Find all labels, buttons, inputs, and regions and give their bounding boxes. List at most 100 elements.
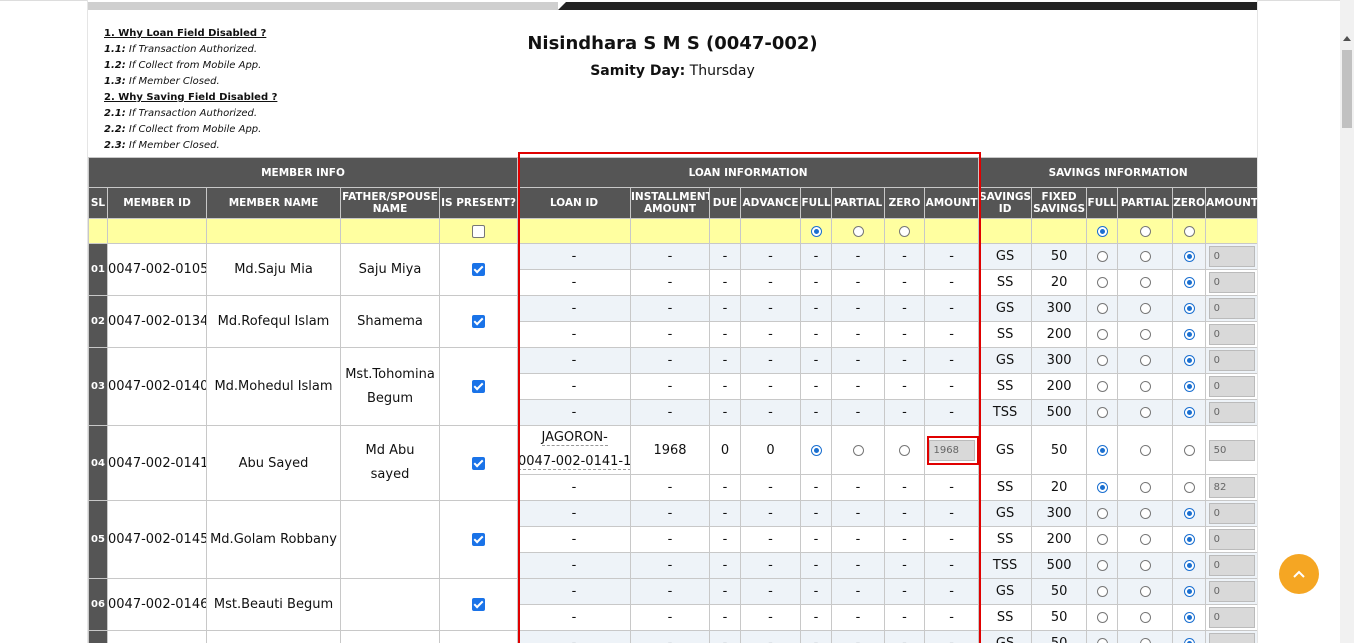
savings-partial-radio[interactable]	[1139, 381, 1151, 392]
savings-zero-radio[interactable]	[1183, 508, 1195, 519]
loan-all-partial-radio[interactable]	[852, 225, 864, 237]
savings-amount-cell: 0	[1205, 295, 1257, 322]
present-checkbox[interactable]	[472, 456, 485, 470]
loan-partial-radio[interactable]	[852, 444, 864, 456]
savings-amount-input[interactable]: 0	[1208, 529, 1255, 550]
savings-partial-radio[interactable]	[1139, 407, 1151, 418]
savings-full-radio[interactable]	[1096, 251, 1108, 262]
savings-partial-radio[interactable]	[1139, 586, 1151, 597]
fixed-savings-cell: 50	[1031, 425, 1088, 475]
savings-partial-radio[interactable]	[1139, 612, 1151, 623]
savings-full-radio[interactable]	[1096, 444, 1108, 456]
savings-all-partial-radio[interactable]	[1139, 225, 1151, 237]
loan-full-radio[interactable]	[810, 444, 822, 456]
savings-full-radio[interactable]	[1096, 329, 1108, 340]
savings-all-zero-radio[interactable]	[1183, 225, 1195, 237]
savings-zero-radio[interactable]	[1183, 612, 1195, 623]
fixed-savings-cell: 50	[1031, 243, 1088, 270]
savings-amount-input[interactable]: 0	[1208, 581, 1255, 602]
scrollbar-thumb[interactable]	[1342, 50, 1352, 128]
installment-cell: -	[630, 399, 711, 426]
savings-amount-input[interactable]: 0	[1208, 503, 1255, 524]
savings-full-radio[interactable]	[1096, 303, 1108, 314]
loan-id-cell: -	[517, 526, 632, 553]
savings-amount-input[interactable]: 0	[1208, 324, 1255, 345]
savings-partial-radio[interactable]	[1139, 560, 1151, 571]
member-name-cell: Md.Rofequl Islam	[206, 295, 341, 348]
scroll-to-top-button[interactable]	[1279, 554, 1319, 594]
father-spouse-cell: Mst.Tohomina Begum	[340, 347, 440, 426]
savings-full-radio[interactable]	[1096, 277, 1108, 288]
savings-zero-radio[interactable]	[1183, 534, 1195, 545]
savings-id-cell: GS	[978, 295, 1033, 322]
savings-amount-input[interactable]: 0	[1208, 272, 1255, 293]
present-all-checkbox[interactable]	[472, 224, 485, 238]
present-checkbox[interactable]	[472, 315, 485, 328]
savings-amount-input[interactable]: 82	[1208, 477, 1255, 498]
savings-partial-radio[interactable]	[1139, 251, 1151, 262]
savings-partial-radio[interactable]	[1139, 329, 1151, 340]
present-checkbox[interactable]	[472, 598, 485, 611]
loan-zero-cell: -	[884, 604, 926, 631]
savings-zero-radio[interactable]	[1183, 355, 1195, 366]
savings-amount-input[interactable]: 0	[1208, 402, 1255, 423]
loan-all-zero-radio[interactable]	[899, 225, 911, 237]
savings-partial-radio[interactable]	[1139, 534, 1151, 545]
present-checkbox[interactable]	[472, 533, 485, 546]
savings-partial-radio[interactable]	[1139, 355, 1151, 366]
savings-zero-radio[interactable]	[1183, 329, 1195, 340]
due-cell: -	[709, 243, 742, 270]
loan-amount-cell: -	[924, 399, 980, 426]
savings-partial-radio[interactable]	[1139, 277, 1151, 288]
savings-zero-radio[interactable]	[1183, 381, 1195, 392]
savings-full-radio[interactable]	[1096, 586, 1108, 597]
savings-zero-radio[interactable]	[1183, 482, 1195, 493]
savings-all-full-radio[interactable]	[1096, 225, 1108, 237]
savings-zero-radio[interactable]	[1183, 444, 1195, 456]
advance-cell: -	[740, 295, 802, 322]
savings-full-radio[interactable]	[1096, 638, 1108, 643]
savings-partial-radio[interactable]	[1139, 508, 1151, 519]
savings-zero-radio[interactable]	[1183, 560, 1195, 571]
savings-amount-input[interactable]: 0	[1208, 376, 1255, 397]
loan-id[interactable]: JAGORON- 0047-002-0141-1	[518, 427, 630, 474]
savings-partial-radio[interactable]	[1139, 444, 1151, 456]
savings-amount-input[interactable]: 50	[1208, 439, 1255, 461]
savings-zero-radio[interactable]	[1183, 303, 1195, 314]
savings-full-radio[interactable]	[1096, 482, 1108, 493]
installment-cell: -	[630, 578, 711, 605]
savings-full-radio[interactable]	[1096, 407, 1108, 418]
savings-zero-radio[interactable]	[1183, 407, 1195, 418]
savings-full-radio[interactable]	[1096, 355, 1108, 366]
savings-partial-radio[interactable]	[1139, 638, 1151, 643]
present-checkbox[interactable]	[472, 263, 485, 276]
savings-amount-input[interactable]: 0	[1208, 555, 1255, 576]
advance-cell: -	[740, 552, 802, 579]
savings-zero-radio[interactable]	[1183, 586, 1195, 597]
advance-cell: -	[740, 243, 802, 270]
savings-zero-radio[interactable]	[1183, 638, 1195, 643]
savings-partial-radio[interactable]	[1139, 482, 1151, 493]
loan-amount-input[interactable]: 1968	[928, 439, 975, 461]
savings-full-radio[interactable]	[1096, 612, 1108, 623]
present-checkbox[interactable]	[472, 380, 485, 393]
loan-all-full-radio[interactable]	[810, 225, 822, 237]
scroll-up-arrow-icon[interactable]	[1343, 36, 1351, 41]
savings-amount-input[interactable]: 0	[1208, 607, 1255, 628]
savings-id-cell: SS	[978, 604, 1033, 631]
loan-partial-cell: -	[831, 321, 886, 348]
savings-full-radio[interactable]	[1096, 560, 1108, 571]
savings-amount-input[interactable]: 0	[1208, 350, 1255, 371]
savings-amount-input[interactable]	[1208, 633, 1255, 643]
savings-full-radio[interactable]	[1096, 381, 1108, 392]
savings-zero-radio[interactable]	[1183, 251, 1195, 262]
loan-zero-radio[interactable]	[899, 444, 911, 456]
savings-full-radio[interactable]	[1096, 508, 1108, 519]
savings-amount-input[interactable]: 0	[1208, 298, 1255, 319]
savings-full-radio[interactable]	[1096, 534, 1108, 545]
father-spouse-cell: Shamema	[340, 295, 440, 348]
savings-amount-input[interactable]: 0	[1208, 246, 1255, 267]
fixed-savings-cell: 50	[1031, 630, 1088, 643]
savings-partial-radio[interactable]	[1139, 303, 1151, 314]
savings-zero-radio[interactable]	[1183, 277, 1195, 288]
